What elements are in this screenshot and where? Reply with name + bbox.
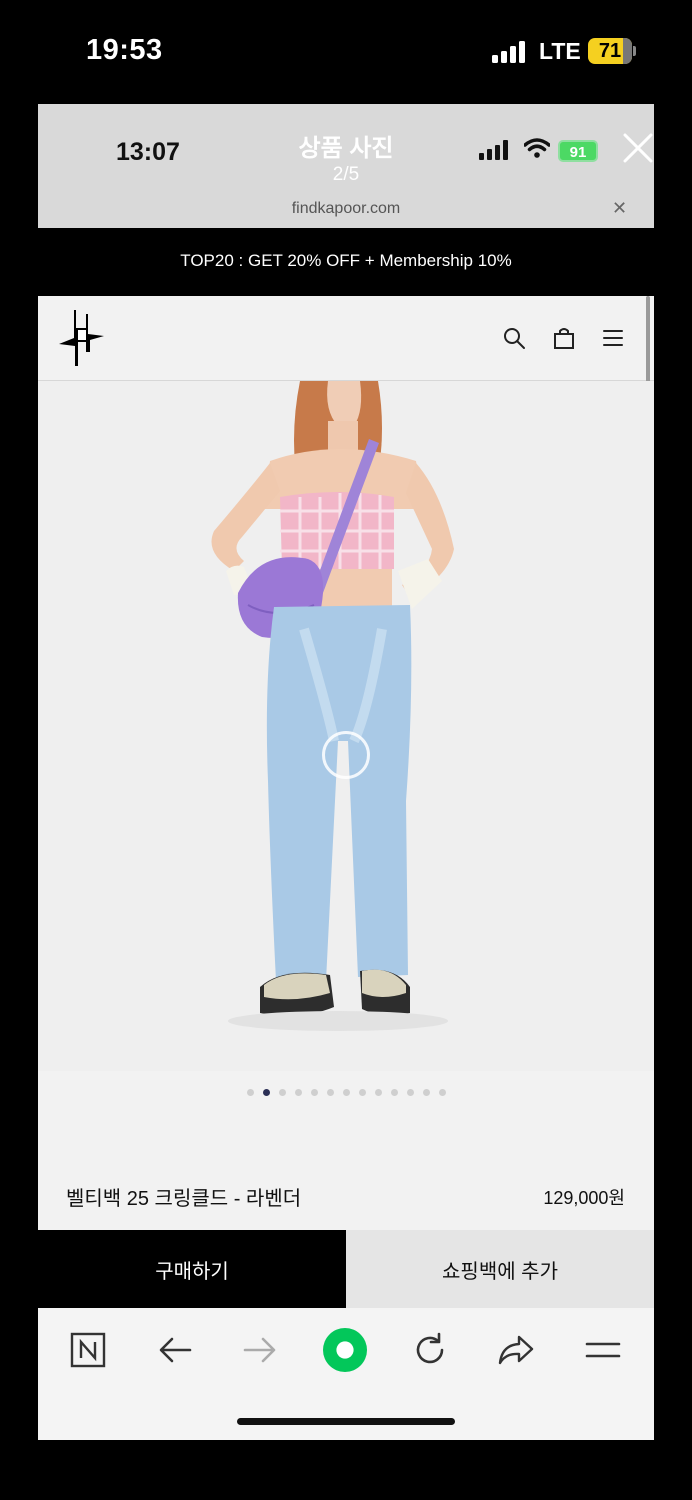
wifi-icon: [524, 138, 550, 158]
gallery-dot[interactable]: [438, 1089, 446, 1096]
image-viewer-header: 13:07 상품 사진 2/5 91 findkapoor.com ✕: [38, 104, 654, 228]
gallery-dot[interactable]: [246, 1089, 254, 1096]
share-icon[interactable]: [494, 1328, 538, 1372]
add-to-bag-button[interactable]: 쇼핑백에 추가: [346, 1230, 654, 1308]
outer-time: 19:53: [86, 34, 163, 66]
inner-signal-icon: [479, 140, 508, 160]
naver-n-icon[interactable]: [66, 1328, 110, 1372]
menu-lines-icon[interactable]: [581, 1328, 625, 1372]
battery-icon: 71: [588, 38, 632, 64]
browser-toolbar: [38, 1308, 654, 1440]
gallery-dot[interactable]: [262, 1089, 270, 1096]
site-header: [38, 296, 654, 381]
gallery-pagination[interactable]: [38, 1089, 654, 1099]
gallery-dot[interactable]: [342, 1089, 350, 1096]
buy-button[interactable]: 구매하기: [38, 1230, 346, 1308]
model-photo: [211, 381, 454, 1031]
loading-spinner-icon: [322, 731, 370, 779]
product-name: 벨티백 25 크링클드 - 라벤더: [66, 1188, 302, 1210]
forward-arrow-icon[interactable]: [238, 1328, 282, 1372]
product-price: 129,000원: [543, 1188, 625, 1208]
green-home-icon[interactable]: [323, 1328, 367, 1372]
shopping-bag-icon[interactable]: [552, 326, 576, 350]
cellular-signal-icon: [492, 41, 525, 63]
inner-battery-icon: 91: [558, 140, 598, 162]
battery-tip: [633, 46, 636, 56]
gallery-dot[interactable]: [406, 1089, 414, 1096]
gallery-dot[interactable]: [390, 1089, 398, 1096]
gallery-dot[interactable]: [374, 1089, 382, 1096]
gallery-dot[interactable]: [310, 1089, 318, 1096]
menu-icon[interactable]: [601, 326, 625, 350]
battery-level: 71: [598, 40, 622, 62]
product-image[interactable]: [38, 381, 654, 1071]
back-arrow-icon[interactable]: [153, 1328, 197, 1372]
inner-battery-level: 91: [569, 144, 587, 161]
brand-logo[interactable]: [56, 306, 108, 370]
gallery-dot[interactable]: [422, 1089, 430, 1096]
gallery-dot[interactable]: [294, 1089, 302, 1096]
screen: 13:07 상품 사진 2/5 91 findkapoor.com ✕ TOP2…: [38, 104, 654, 1440]
close-icon[interactable]: [622, 132, 654, 164]
network-type: LTE: [539, 38, 581, 64]
image-counter: 2/5: [332, 164, 360, 185]
url-close-icon[interactable]: ✕: [612, 198, 627, 219]
gallery-dot[interactable]: [358, 1089, 366, 1096]
search-icon[interactable]: [502, 326, 526, 350]
promo-banner[interactable]: TOP20 : GET 20% OFF + Membership 10%: [38, 228, 654, 296]
gallery-dot[interactable]: [326, 1089, 334, 1096]
home-indicator[interactable]: [237, 1418, 455, 1425]
page-url: findkapoor.com: [291, 200, 401, 217]
refresh-icon[interactable]: [408, 1328, 452, 1372]
gallery-dot[interactable]: [278, 1089, 286, 1096]
outer-status-bar: 19:53 LTE 71: [0, 0, 692, 104]
